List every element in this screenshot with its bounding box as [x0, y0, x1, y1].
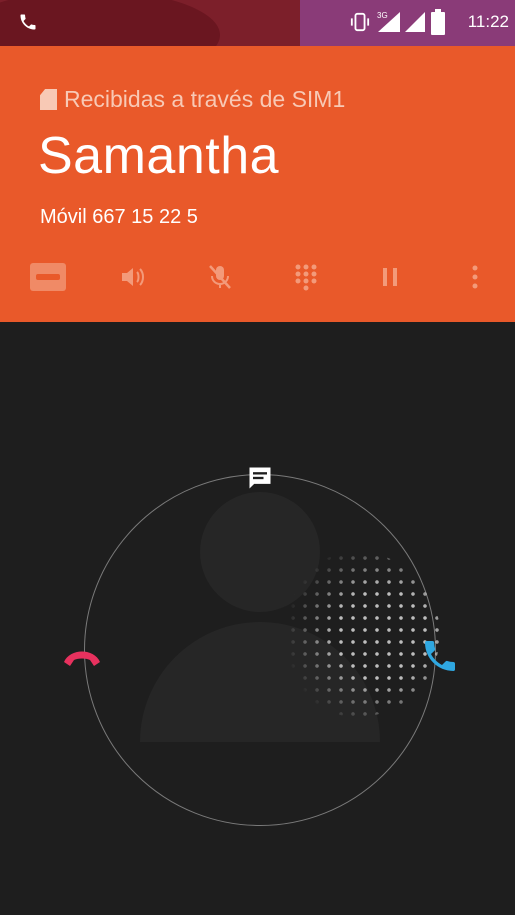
decline-icon[interactable]	[57, 637, 107, 677]
vibrate-icon	[349, 12, 371, 36]
message-icon[interactable]	[244, 462, 276, 494]
incoming-call-glowpad	[0, 322, 515, 915]
mute-icon[interactable]	[195, 252, 245, 302]
network-label: 3G	[377, 11, 388, 20]
battery-icon	[431, 9, 445, 39]
status-bar: 3G 11:22	[0, 0, 515, 46]
caller-name: Samantha	[38, 127, 280, 185]
dialpad-keyboard-icon[interactable]	[23, 252, 73, 302]
signal-3g-icon: 3G	[376, 10, 402, 38]
sim-card-icon	[40, 89, 57, 110]
dialpad-icon[interactable]	[281, 252, 331, 302]
incoming-call-screen: 3G 11:22 Recibidas a través de SIM1 Sama…	[0, 0, 515, 915]
more-icon[interactable]	[450, 252, 500, 302]
call-controls	[0, 252, 515, 302]
call-header: Recibidas a través de SIM1 Samantha Móvi…	[0, 46, 515, 322]
caller-number: Móvil 667 15 22 5	[40, 206, 198, 228]
speaker-icon[interactable]	[108, 252, 158, 302]
pause-icon[interactable]	[365, 252, 415, 302]
status-time: 11:22	[467, 12, 509, 31]
phone-call-icon[interactable]	[18, 12, 38, 36]
signal-icon	[404, 10, 426, 38]
accept-icon[interactable]	[416, 632, 464, 680]
received-via-text: Recibidas a través de SIM1	[64, 86, 346, 112]
received-via-label: Recibidas a través de SIM1	[40, 86, 345, 113]
